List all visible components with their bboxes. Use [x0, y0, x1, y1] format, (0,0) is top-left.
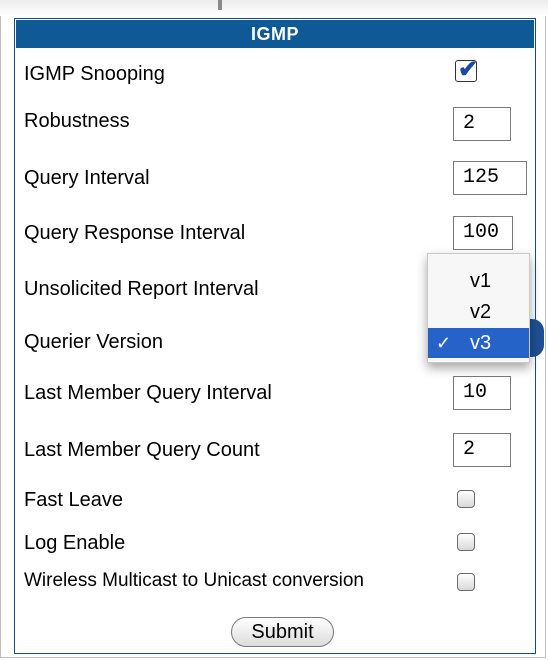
- fast-leave-checkbox[interactable]: [457, 490, 475, 508]
- querier-version-select[interactable]: [528, 319, 544, 357]
- last-member-query-interval-label: Last Member Query Interval: [24, 382, 272, 404]
- last-member-query-count-input[interactable]: 2: [453, 433, 511, 467]
- wireless-multicast-to-unicast-label: Wireless Multicast to Unicast conversion: [24, 570, 364, 591]
- dropdown-option-v2[interactable]: v2: [428, 297, 529, 327]
- last-member-query-count-label: Last Member Query Count: [24, 439, 260, 461]
- query-interval-label: Query Interval: [24, 167, 150, 189]
- option-label: v3: [470, 332, 492, 354]
- fast-leave-label: Fast Leave: [24, 489, 123, 511]
- top-notch: [218, 0, 222, 10]
- querier-version-label: Querier Version: [24, 331, 163, 353]
- option-label: v2: [470, 301, 492, 323]
- submit-button[interactable]: Submit: [231, 617, 334, 647]
- query-response-interval-input[interactable]: 100: [453, 216, 513, 250]
- check-icon: ✓: [436, 333, 452, 353]
- panel-title: IGMP: [16, 20, 534, 48]
- unsolicited-report-interval-label: Unsolicited Report Interval: [24, 278, 259, 300]
- robustness-label: Robustness: [24, 110, 130, 132]
- dropdown-option-v3[interactable]: ✓ v3: [428, 328, 529, 358]
- option-label: v1: [470, 270, 492, 292]
- log-enable-checkbox[interactable]: [457, 533, 475, 551]
- query-interval-input[interactable]: 125: [453, 161, 527, 195]
- dropdown-option-v1[interactable]: v1: [428, 266, 529, 296]
- last-member-query-interval-input[interactable]: 10: [453, 376, 511, 410]
- robustness-input[interactable]: 2: [453, 107, 511, 141]
- wireless-multicast-to-unicast-checkbox[interactable]: [457, 573, 475, 591]
- igmp-snooping-checkbox[interactable]: ✔: [455, 56, 478, 83]
- querier-version-dropdown: v1 v2 ✓ v3: [427, 253, 530, 363]
- checkmark-icon: ✔: [458, 56, 479, 83]
- query-response-interval-label: Query Response Interval: [24, 222, 246, 244]
- igmp-snooping-label: IGMP Snooping: [24, 63, 165, 85]
- window-top-edge: [0, 0, 548, 16]
- log-enable-label: Log Enable: [24, 532, 126, 554]
